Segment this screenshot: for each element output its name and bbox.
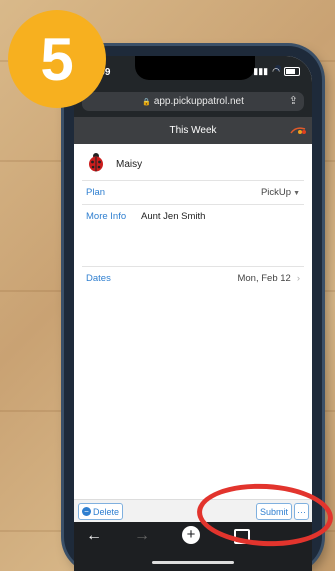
more-info-label: More Info xyxy=(86,211,127,222)
person-name: Maisy xyxy=(116,159,143,170)
dates-value-group: Mon, Feb 12 › xyxy=(237,273,300,284)
plan-row[interactable]: Plan PickUp ▼ xyxy=(82,180,304,205)
delete-label: Delete xyxy=(93,506,120,517)
minus-icon: − xyxy=(82,507,91,516)
more-info-row[interactable]: More Info Aunt Jen Smith xyxy=(82,204,304,267)
page-title: This Week xyxy=(169,125,217,136)
plan-select[interactable]: PickUp ▼ xyxy=(261,187,300,198)
url-bar[interactable]: 🔒 app.pickuppatrol.net ⇪ xyxy=(82,92,304,111)
more-info-value[interactable]: Aunt Jen Smith xyxy=(141,211,205,222)
url-text: app.pickuppatrol.net xyxy=(153,96,244,107)
page-header: This Week xyxy=(74,117,312,144)
battery-icon xyxy=(284,67,300,76)
forward-icon[interactable]: → xyxy=(134,527,150,545)
ladybug-icon xyxy=(89,153,103,172)
home-indicator xyxy=(152,561,234,564)
chevron-right-icon: › xyxy=(296,273,300,284)
dates-value: Mon, Feb 12 xyxy=(237,273,291,284)
person-row: Maisy xyxy=(74,150,312,180)
add-icon[interactable]: + xyxy=(182,526,200,544)
caret-down-icon: ▼ xyxy=(293,190,300,197)
signal-icon: ▮▮▮ xyxy=(253,66,269,76)
lock-icon: 🔒 xyxy=(142,98,151,106)
dates-label: Dates xyxy=(86,273,111,284)
delete-button[interactable]: − Delete xyxy=(78,503,124,520)
notch xyxy=(135,56,281,80)
status-icons: ▮▮▮ ◠ xyxy=(253,66,300,77)
plan-value: PickUp xyxy=(260,187,292,198)
browser-top-bar: :09 ▮▮▮ ◠ 🔒 app.pickuppatrol.net ⇪ xyxy=(74,56,312,117)
back-icon[interactable]: ← xyxy=(86,527,102,545)
dates-row[interactable]: Dates Mon, Feb 12 › xyxy=(82,266,304,291)
wifi-icon: ◠ xyxy=(272,66,280,76)
plan-label: Plan xyxy=(86,187,106,198)
app-logo-icon xyxy=(290,127,306,134)
share-icon[interactable]: ⇪ xyxy=(289,94,298,107)
step-badge: 5 xyxy=(8,10,106,108)
